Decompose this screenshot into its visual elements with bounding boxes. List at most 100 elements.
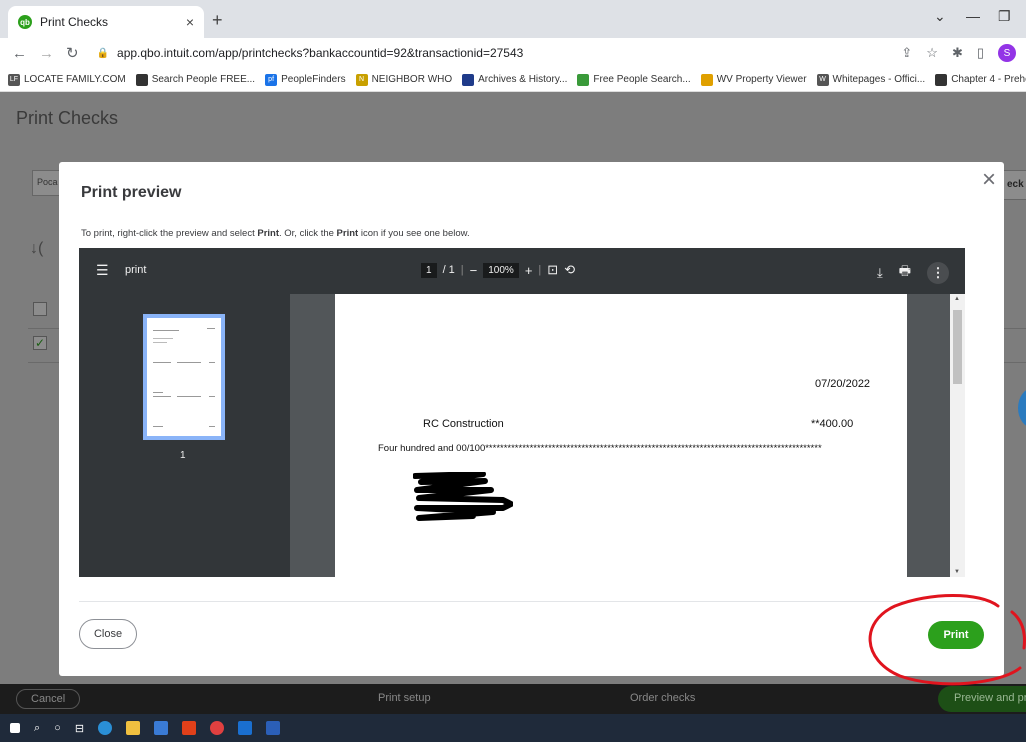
scrollbar-thumb[interactable] (953, 310, 962, 384)
print-button[interactable]: Print (928, 621, 984, 649)
cortana-icon[interactable]: ○ (54, 722, 61, 734)
print-setup-link[interactable]: Print setup (378, 692, 431, 704)
bookmark-item[interactable]: Archives & History... (462, 73, 567, 86)
scroll-down-icon[interactable]: ▼ (954, 569, 960, 575)
rotate-icon[interactable]: ⟲ (564, 262, 575, 278)
address-bar-row: ← → ↻ 🔒 app.qbo.intuit.com/app/printchec… (0, 38, 1026, 68)
instr-bold-1: Print (257, 228, 279, 239)
check-amount: **400.00 (811, 418, 854, 430)
windows-start-icon[interactable] (10, 723, 20, 733)
modal-title: Print preview (81, 184, 182, 201)
quickbooks-favicon-icon: qb (18, 15, 32, 29)
app-footer: Cancel Print setup Order checks Preview … (0, 684, 1026, 714)
pdf-toolbar: ☰ print 1 / 1 | − 100% + | ⊡ ⟲ ⤓ 🖶 ⋮ (79, 248, 965, 294)
bookmark-item[interactable]: N NEIGHBOR WHO (355, 73, 453, 86)
printer-icon[interactable]: 🖶 (899, 262, 911, 284)
toolbar-divider: | (460, 264, 464, 276)
tab-search-icon[interactable]: ⌄ (934, 8, 946, 25)
instr-text-2: . Or, click the (279, 228, 337, 239)
task-view-icon[interactable]: ⊟ (75, 722, 84, 735)
forward-icon[interactable]: → (39, 45, 54, 62)
preview-and-print-button[interactable]: Preview and prin (938, 686, 1026, 712)
check-page: 07/20/2022 RC Construction **400.00 Four… (335, 294, 907, 577)
scroll-up-icon[interactable]: ▲ (954, 296, 960, 302)
profile-avatar[interactable]: S (998, 44, 1016, 62)
zoom-in-icon[interactable]: + (525, 263, 533, 278)
edge-icon[interactable] (98, 721, 113, 735)
close-button[interactable]: Close (79, 619, 137, 649)
sidepanel-icon[interactable]: ▯ (977, 45, 984, 61)
chrome-icon[interactable] (210, 721, 225, 735)
share-icon[interactable]: ⇪ (901, 45, 912, 61)
instr-text-3: icon if you see one below. (358, 228, 470, 239)
extensions-icon[interactable]: ✱ (952, 45, 963, 61)
new-tab-icon[interactable]: + (212, 10, 223, 31)
url-text: app.qbo.intuit.com/app/printchecks?banka… (117, 46, 524, 60)
bookmark-item[interactable]: LF LOCATE FAMILY.COM (8, 73, 126, 86)
redaction-mark (413, 472, 513, 521)
download-icon[interactable]: ⤓ (877, 265, 883, 281)
restore-icon[interactable]: ❐ (998, 8, 1011, 25)
word-icon[interactable] (266, 721, 281, 735)
check-button[interactable]: eck (1002, 170, 1026, 200)
bookmark-favicon-icon (462, 73, 475, 86)
bookmark-item[interactable]: pf PeopleFinders (265, 73, 346, 86)
bookmark-item[interactable]: W Whitepages - Offici... (816, 73, 925, 86)
bookmark-item[interactable]: Chapter 4 - Prehear... (935, 73, 1026, 86)
zoom-out-icon[interactable]: − (470, 263, 478, 278)
instr-text-1: To print, right-click the preview and se… (81, 228, 258, 239)
bookmark-label: PeopleFinders (281, 74, 346, 85)
order-checks-link[interactable]: Order checks (630, 692, 695, 704)
check-amount-words: Four hundred and 00/100*****************… (378, 443, 822, 454)
bookmark-favicon-icon (135, 73, 148, 86)
bookmark-label: Chapter 4 - Prehear... (951, 74, 1026, 85)
bookmarks-bar: LF LOCATE FAMILY.COM Search People FREE...… (0, 68, 1026, 92)
page-number-input[interactable]: 1 (421, 262, 437, 278)
bookmark-favicon-icon: pf (265, 73, 278, 86)
help-bubble[interactable] (1018, 388, 1026, 428)
fit-page-icon[interactable]: ⊡ (547, 262, 558, 278)
browser-tab[interactable]: qb Print Checks × (8, 6, 204, 38)
tab-title: Print Checks (40, 15, 109, 29)
bookmark-label: NEIGHBOR WHO (371, 74, 453, 85)
bookmark-label: WV Property Viewer (716, 74, 807, 85)
browser-tabstrip: qb Print Checks × + ⌄ — ❐ (0, 0, 1026, 38)
bookmark-item[interactable]: Search People FREE... (135, 73, 256, 86)
zoom-input[interactable]: 100% (483, 262, 519, 278)
bookmark-favicon-icon (935, 73, 948, 86)
reload-icon[interactable]: ↻ (66, 44, 79, 62)
instr-bold-2: Print (336, 228, 359, 239)
sort-icon[interactable]: ↓( (30, 240, 43, 258)
menu-icon[interactable]: ☰ (96, 262, 109, 279)
pdf-viewer: ☰ print 1 / 1 | − 100% + | ⊡ ⟲ ⤓ 🖶 ⋮ 1 0… (79, 248, 965, 577)
row-checkbox[interactable] (33, 302, 47, 316)
page-thumbnail[interactable] (143, 314, 225, 440)
bookmark-item[interactable]: Free People Search... (577, 73, 691, 86)
bookmark-item[interactable]: WV Property Viewer (700, 73, 807, 86)
pdf-thumbnail-sidebar: 1 (79, 294, 290, 577)
office-icon[interactable] (182, 721, 197, 735)
bookmark-label: Search People FREE... (151, 74, 256, 85)
close-icon[interactable]: × (982, 166, 996, 194)
more-options-icon[interactable]: ⋮ (927, 262, 950, 284)
bookmark-favicon-icon (700, 73, 713, 86)
tab-close-icon[interactable]: × (186, 14, 194, 30)
bookmark-star-icon[interactable]: ☆ (926, 45, 938, 61)
minimize-icon[interactable]: — (966, 8, 980, 24)
page-total: / 1 (442, 264, 455, 276)
store-icon[interactable] (154, 721, 169, 735)
url-field[interactable]: 🔒 app.qbo.intuit.com/app/printchecks?ban… (97, 46, 524, 60)
row-checkbox-checked[interactable]: ✓ (33, 336, 47, 350)
file-explorer-icon[interactable] (126, 721, 141, 735)
check-payee: RC Construction (423, 418, 504, 430)
search-icon[interactable]: ⌕ (34, 722, 40, 735)
back-icon[interactable]: ← (12, 45, 27, 62)
check-date: 07/20/2022 (815, 378, 871, 390)
outlook-icon[interactable] (238, 721, 253, 735)
modal-instructions: To print, right-click the preview and se… (81, 228, 470, 239)
pdf-file-name: print (125, 264, 147, 276)
page-title: Print Checks (16, 108, 119, 128)
cancel-button[interactable]: Cancel (16, 689, 81, 709)
pdf-scrollbar[interactable]: ▲ ▼ (950, 294, 965, 577)
lock-icon: 🔒 (96, 47, 110, 59)
